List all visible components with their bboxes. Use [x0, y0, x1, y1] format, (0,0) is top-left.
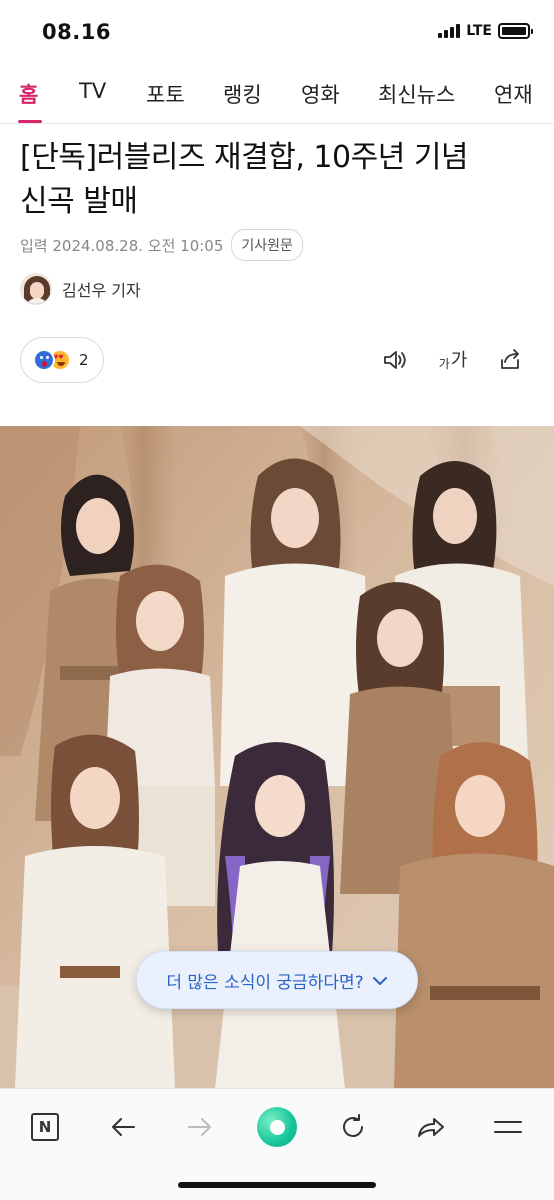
reaction-button[interactable]: 2 — [20, 337, 104, 383]
reaction-count: 2 — [79, 351, 89, 369]
status-bar: 08.16 LTE — [0, 0, 554, 66]
naver-n-icon[interactable]: N — [23, 1105, 67, 1149]
green-home-icon[interactable] — [255, 1105, 299, 1149]
menu-icon[interactable] — [486, 1105, 530, 1149]
tab-ranking[interactable]: 랭킹 — [223, 79, 262, 109]
source-article-button[interactable]: 기사원문 — [231, 229, 303, 261]
signal-icon — [438, 24, 461, 38]
share-icon[interactable] — [498, 348, 524, 372]
article-title-line2: 신곡 발매 — [20, 184, 138, 219]
nav-tabs: 홈 TV 포토 랭킹 영화 최신뉴스 연재 — [0, 66, 554, 124]
network-label: LTE — [466, 23, 492, 39]
tab-movie[interactable]: 영화 — [301, 79, 340, 109]
share-arrow-icon[interactable] — [409, 1105, 453, 1149]
home-indicator — [178, 1182, 376, 1188]
more-news-label: 더 많은 소식이 궁금하다면? — [166, 972, 364, 993]
author-row[interactable]: 김선우 기자 — [20, 273, 141, 305]
active-tab-indicator — [18, 120, 42, 123]
refresh-icon[interactable] — [331, 1105, 375, 1149]
more-news-button[interactable]: 더 많은 소식이 궁금하다면? — [136, 951, 418, 1009]
font-size-large-label: 가 — [450, 350, 468, 371]
tab-tv[interactable]: TV — [79, 79, 106, 103]
author-name: 김선우 기자 — [62, 281, 141, 300]
font-size-small-label: 가 — [438, 357, 450, 371]
chevron-down-icon — [372, 971, 388, 990]
article-tools: 가가 — [382, 348, 524, 372]
publish-date: 입력 2024.08.28. 오전 10:05 — [20, 236, 224, 255]
naver-n-label: N — [31, 1113, 59, 1141]
tab-series[interactable]: 연재 — [494, 79, 533, 109]
battery-icon — [498, 23, 533, 39]
article-page: 08.16 LTE 홈 TV 포토 랭킹 영화 최신뉴스 연재 [단독]러블리즈… — [0, 0, 554, 1200]
speaker-icon[interactable] — [382, 348, 408, 372]
avatar — [20, 273, 52, 305]
forward-arrow-icon[interactable] — [178, 1105, 222, 1149]
tab-photo[interactable]: 포토 — [146, 79, 185, 109]
tab-home[interactable]: 홈 — [19, 79, 38, 109]
status-time: 08.16 — [42, 20, 111, 44]
back-arrow-icon[interactable] — [101, 1105, 145, 1149]
font-size-icon[interactable]: 가가 — [438, 348, 468, 372]
article-title: [단독]러블리즈 재결합, 10주년 기념 신곡 발매 — [20, 136, 540, 224]
surprised-emoji-icon — [33, 349, 55, 371]
article-title-line1: [단독]러블리즈 재결합, 10주년 기념 — [20, 140, 469, 175]
tab-latest-news[interactable]: 최신뉴스 — [378, 79, 455, 109]
battery-fill — [502, 27, 526, 35]
status-indicators: LTE — [438, 23, 533, 39]
article-meta: 입력 2024.08.28. 오전 10:05 기사원문 — [20, 229, 303, 261]
